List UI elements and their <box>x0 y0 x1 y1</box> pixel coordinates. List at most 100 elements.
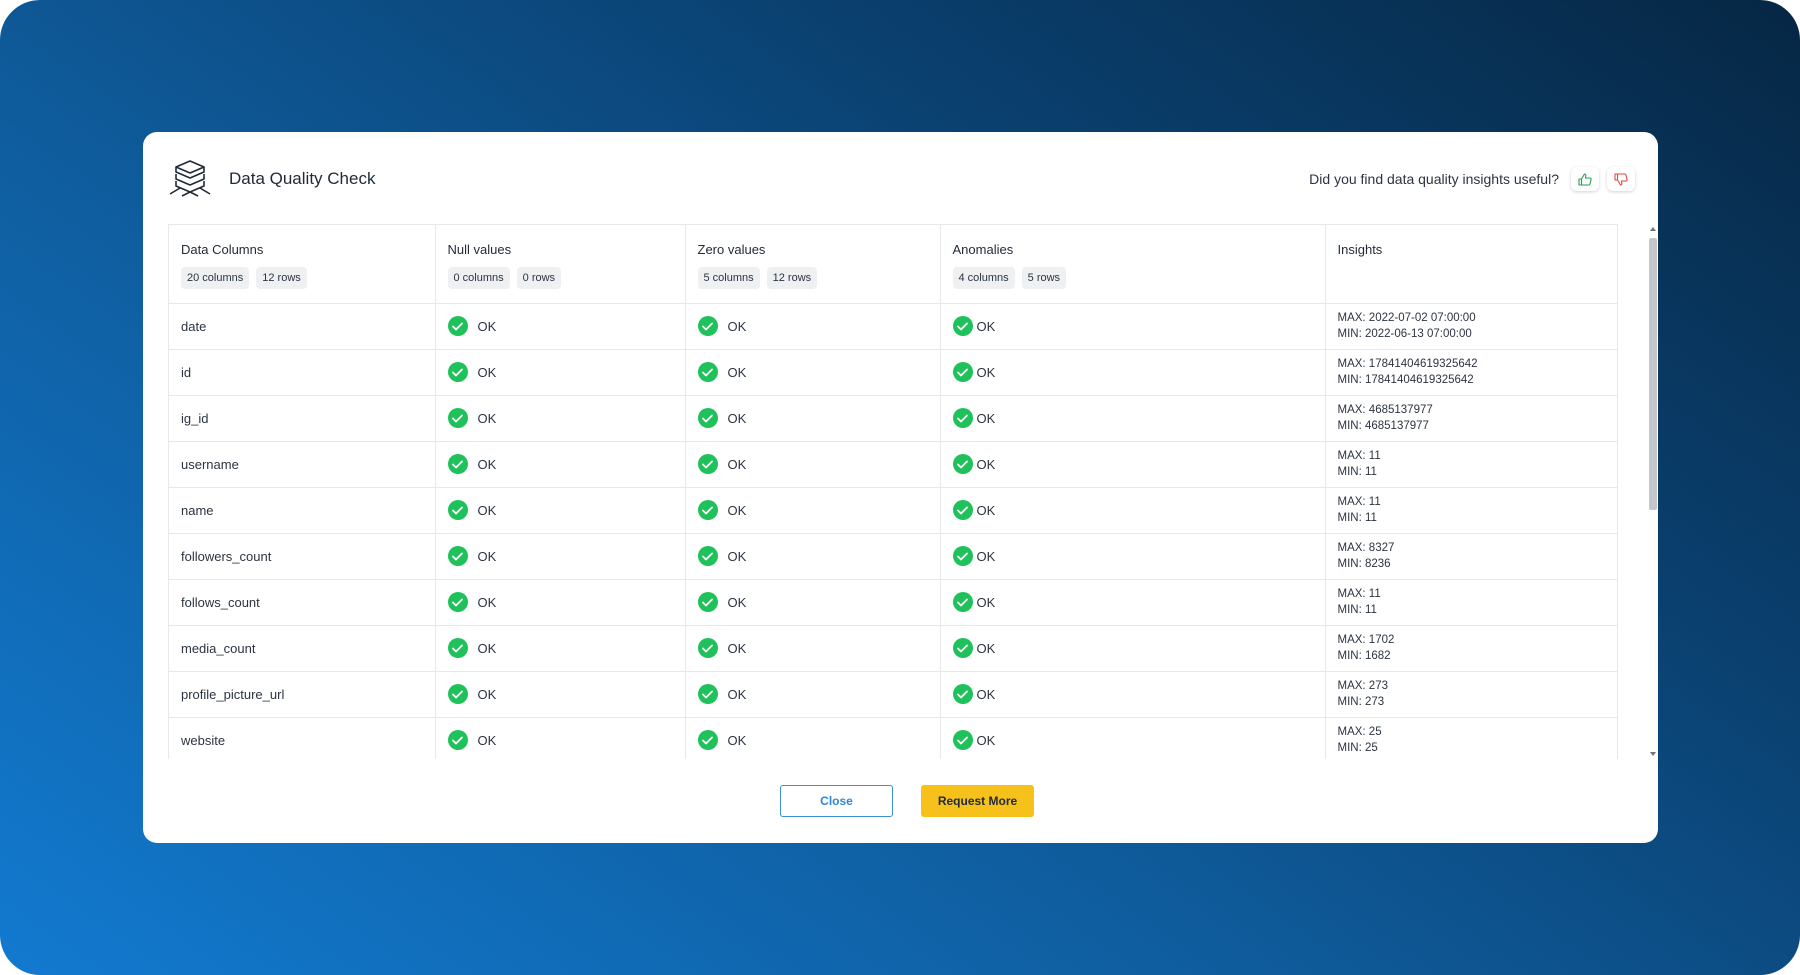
check-icon <box>957 460 968 468</box>
cell-anomalies-status: OK <box>940 671 1326 718</box>
modal-title: Data Quality Check <box>229 169 376 188</box>
status-ok: OK <box>447 592 673 612</box>
check-icon <box>452 506 463 514</box>
status-ok: OK <box>697 316 928 336</box>
table-scrollbar[interactable] <box>1648 224 1658 759</box>
cell-anomalies-status: OK <box>940 395 1326 442</box>
status-ok: OK <box>697 638 928 658</box>
status-text: OK <box>976 640 996 656</box>
request-more-button[interactable]: Request More <box>921 785 1034 817</box>
scrollbar-thumb[interactable] <box>1649 238 1657 510</box>
table-body: date OK OK OK MAX: 2022-07-02 07:00:00 MIN: 2… <box>169 303 1617 759</box>
status-text: OK <box>727 318 747 334</box>
status-ok: OK <box>697 500 928 520</box>
header-anomalies: Anomalies 4 columns 5 rows <box>940 225 1326 304</box>
cell-zero-status: OK <box>685 395 941 442</box>
column-name: follows_count <box>181 594 260 610</box>
check-icon <box>957 506 968 514</box>
status-text: OK <box>727 364 747 380</box>
insight-min: MIN: 25 <box>1337 742 1378 754</box>
table-row: follows_count OK OK OK MAX: 11 MIN: 11 <box>169 579 1617 626</box>
header-label: Null values <box>447 242 512 257</box>
status-text: OK <box>477 686 497 702</box>
table-row: profile_picture_url OK OK OK MAX: 273 MIN: 27… <box>169 671 1617 718</box>
check-icon <box>702 368 713 376</box>
thumbs-down-button[interactable] <box>1607 167 1635 191</box>
column-name: username <box>181 456 239 472</box>
status-text: OK <box>976 502 996 518</box>
count-badge: 0 rows <box>516 267 562 289</box>
status-ok: OK <box>952 454 1313 474</box>
check-circle-icon <box>952 362 973 382</box>
count-badge: 4 columns <box>952 267 1015 289</box>
cell-column-name: profile_picture_url <box>169 671 436 718</box>
check-circle-icon <box>952 454 973 474</box>
check-icon <box>957 644 968 652</box>
check-circle-icon <box>447 592 468 612</box>
check-circle-icon <box>447 638 468 658</box>
header-label: Zero values <box>697 242 766 257</box>
status-ok: OK <box>952 546 1313 566</box>
quality-table-container[interactable]: Data Columns 20 columns 12 rows Null valu… <box>168 224 1618 759</box>
cell-insights: MAX: 17841404619325642 MIN: 1784140461932… <box>1325 349 1617 396</box>
scroll-up-arrow-icon[interactable] <box>1650 227 1656 231</box>
count-badge: 12 rows <box>256 267 307 289</box>
status-text: OK <box>976 364 996 380</box>
check-circle-icon <box>952 500 973 520</box>
status-ok: OK <box>447 500 673 520</box>
cell-null-status: OK <box>435 441 686 488</box>
status-ok: OK <box>697 408 928 428</box>
column-name: media_count <box>181 640 256 656</box>
count-badge: 20 columns <box>181 267 250 289</box>
insight-max: MAX: 11 <box>1337 450 1381 462</box>
check-circle-icon <box>697 546 718 566</box>
status-ok: OK <box>697 730 928 750</box>
cell-column-name: username <box>169 441 436 488</box>
cell-null-status: OK <box>435 487 686 534</box>
cell-column-name: follows_count <box>169 579 436 626</box>
cell-anomalies-status: OK <box>940 303 1326 350</box>
status-ok: OK <box>952 592 1313 612</box>
insight-min: MIN: 11 <box>1337 512 1377 524</box>
insight-max: MAX: 17841404619325642 <box>1337 358 1478 370</box>
close-button[interactable]: Close <box>780 785 893 817</box>
status-text: OK <box>727 456 747 472</box>
check-icon <box>452 322 463 330</box>
feedback-question: Did you find data quality insights usefu… <box>1309 171 1559 187</box>
check-icon <box>702 506 713 514</box>
check-icon <box>702 322 713 330</box>
header-insights: Insights <box>1325 225 1617 304</box>
cell-zero-status: OK <box>685 579 941 626</box>
status-text: OK <box>976 456 996 472</box>
status-ok: OK <box>447 546 673 566</box>
cell-null-status: OK <box>435 579 686 626</box>
cell-null-status: OK <box>435 349 686 396</box>
thumbs-up-button[interactable] <box>1571 167 1599 191</box>
cell-insights: MAX: 25 MIN: 25 <box>1325 717 1617 759</box>
status-text: OK <box>477 364 497 380</box>
insight-min: MIN: 11 <box>1337 466 1377 478</box>
status-text: OK <box>976 318 996 334</box>
check-circle-icon <box>697 408 718 428</box>
check-icon <box>452 552 463 560</box>
scroll-down-arrow-icon[interactable] <box>1650 752 1656 756</box>
cell-anomalies-status: OK <box>940 349 1326 396</box>
cell-null-status: OK <box>435 671 686 718</box>
column-name: date <box>181 318 207 334</box>
check-icon <box>702 598 713 606</box>
status-text: OK <box>976 548 996 564</box>
check-circle-icon <box>952 638 973 658</box>
insight-min: MIN: 4685137977 <box>1337 420 1429 432</box>
status-text: OK <box>727 548 747 564</box>
check-icon <box>702 736 713 744</box>
check-icon <box>452 690 463 698</box>
cell-column-name: id <box>169 349 436 396</box>
check-icon <box>702 414 713 422</box>
thumbs-down-icon <box>1614 172 1628 186</box>
status-text: OK <box>727 502 747 518</box>
check-icon <box>957 322 968 330</box>
status-text: OK <box>976 410 996 426</box>
cell-column-name: website <box>169 717 436 759</box>
cell-column-name: followers_count <box>169 533 436 580</box>
check-icon <box>702 690 713 698</box>
